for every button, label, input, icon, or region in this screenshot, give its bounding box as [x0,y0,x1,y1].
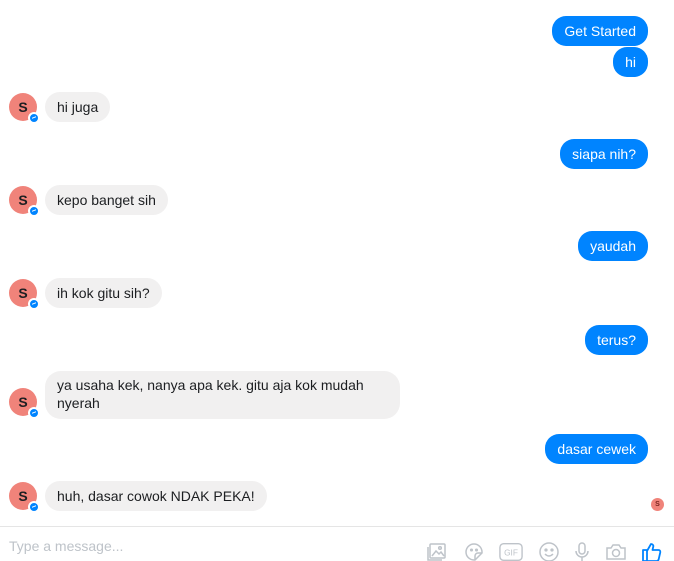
contact-avatar[interactable]: S [9,279,40,310]
avatar-initial: S [18,99,28,115]
contact-avatar[interactable]: S [9,388,40,419]
avatar-initial: S [18,488,28,504]
incoming-message: ih kok gitu sih? [45,278,162,308]
gif-icon[interactable]: GIF [499,540,525,561]
contact-avatar[interactable]: S [9,186,40,217]
outgoing-message: dasar cewek [545,434,648,464]
image-icon[interactable] [425,540,449,561]
message-composer: GIF [0,526,674,561]
contact-avatar[interactable]: S [9,93,40,124]
avatar-initial: S [18,394,28,410]
seen-initial: S [655,501,660,508]
messenger-badge-icon [28,407,40,419]
message-thread: Get Started hi S hi juga siapa nih? S ke… [0,0,674,526]
outgoing-message: Get Started [552,16,648,46]
like-icon[interactable] [640,540,664,561]
messenger-badge-icon [28,298,40,310]
contact-avatar[interactable]: S [9,482,40,513]
microphone-icon[interactable] [570,540,594,561]
outgoing-message: siapa nih? [560,139,648,169]
outgoing-message: hi [613,47,648,77]
messenger-badge-icon [28,501,40,513]
messenger-badge-icon [28,205,40,217]
messenger-badge-icon [28,112,40,124]
incoming-message: hi juga [45,92,111,122]
camera-icon[interactable] [604,540,628,561]
avatar-initial: S [18,285,28,301]
avatar-initial: S [18,192,28,208]
incoming-message: ya usaha kek, nanya apa kek. gitu aja ko… [45,371,400,419]
outgoing-message: yaudah [578,231,648,261]
emoji-icon[interactable] [537,540,561,561]
sticker-icon[interactable] [462,540,486,561]
incoming-message: huh, dasar cowok NDAK PEKA! [45,481,267,511]
incoming-message: kepo banget sih [45,185,168,215]
outgoing-message: terus? [585,325,648,355]
message-input[interactable] [9,536,309,556]
svg-text:GIF: GIF [504,548,518,558]
seen-indicator-avatar: S [651,498,664,511]
